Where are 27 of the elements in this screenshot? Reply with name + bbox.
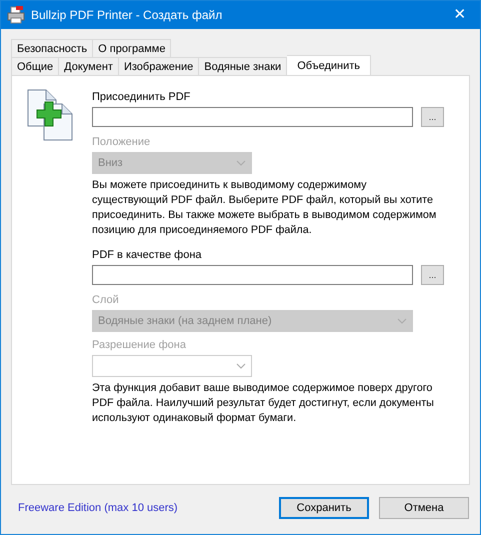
chevron-icon xyxy=(236,160,246,166)
tab[interactable]: Общие xyxy=(11,57,60,75)
field-label: Слой xyxy=(92,293,120,308)
tab[interactable]: О программе xyxy=(93,39,172,57)
tab[interactable]: Безопасность xyxy=(11,39,94,57)
browse-button[interactable]: ... xyxy=(421,265,444,285)
field-label: Разрешение фона xyxy=(92,338,187,353)
dialog-button[interactable]: Отмена xyxy=(379,497,469,519)
input-field[interactable] xyxy=(92,265,413,285)
printer-icon xyxy=(7,6,25,24)
input-field[interactable] xyxy=(92,107,413,127)
field-label: PDF в качестве фона xyxy=(92,248,203,263)
description-text: Вы можете присоединить к выводимому содержимому существующий PDF файл. Выберите PDF файл, который вы хотите присоединить. Вы также можете выбрать в выводимом содержимом позицию для присоединяемого PDF файла. xyxy=(92,178,438,238)
description-text: Эта функция добавит ваше выводимое содержимое поверх другого PDF файла. Наилучший результат будет достигнут, если документы используют одинаковый формат бумаги. xyxy=(92,381,435,426)
tab[interactable]: Документ xyxy=(59,57,119,75)
window-title: Bullzip PDF Printer - Создать файл xyxy=(31,7,224,24)
browse-button[interactable]: ... xyxy=(421,107,444,127)
tab[interactable]: Объединить xyxy=(287,55,371,75)
chevron-icon xyxy=(397,318,407,324)
dialog-button[interactable]: Сохранить xyxy=(279,497,369,519)
field-label: Присоединить PDF xyxy=(92,90,192,105)
chevron-icon xyxy=(236,363,246,369)
tab[interactable]: Водяные знаки xyxy=(199,57,288,75)
field-label: Положение xyxy=(92,135,152,150)
close-button[interactable]: ✕ xyxy=(440,4,480,26)
tab[interactable]: Изображение xyxy=(118,57,200,75)
edition-link[interactable]: Freeware Edition (max 10 users) xyxy=(18,500,269,516)
